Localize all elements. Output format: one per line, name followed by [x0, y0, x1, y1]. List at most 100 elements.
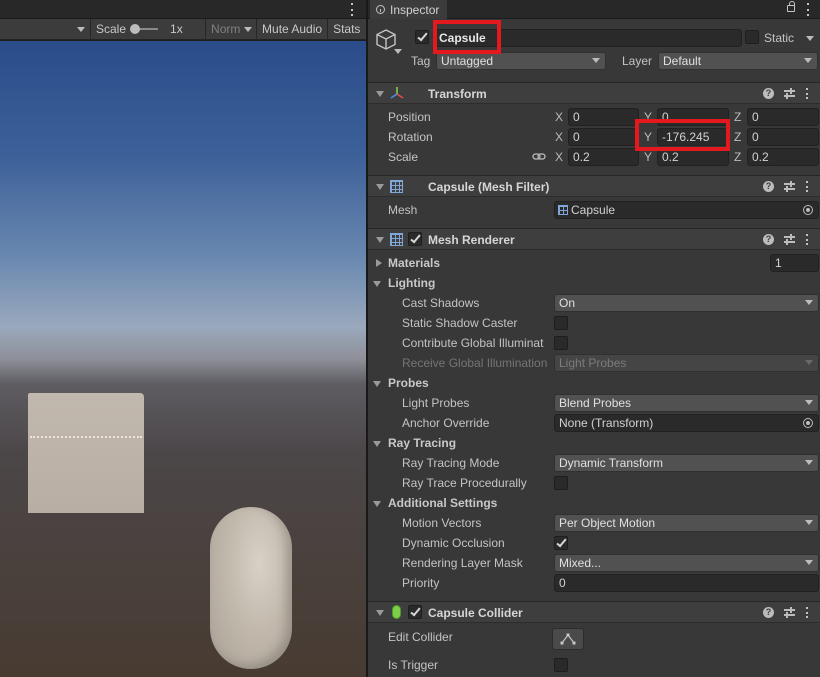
presets-icon[interactable] — [784, 607, 795, 618]
mesh-field[interactable]: Capsule — [554, 201, 819, 219]
position-z-field[interactable]: 0 — [747, 108, 819, 126]
object-picker-icon[interactable] — [803, 205, 813, 215]
layer-dropdown[interactable]: Default — [658, 52, 818, 70]
lighting-label[interactable]: Lighting — [388, 274, 435, 292]
aspect-label: Norm — [211, 22, 241, 36]
scale-z-field[interactable]: 0.2 — [747, 148, 819, 166]
scale-slider-knob[interactable] — [130, 24, 141, 34]
mesh-renderer-icon — [390, 233, 403, 246]
lighting-foldout-icon[interactable] — [373, 281, 381, 287]
foldout-icon[interactable] — [376, 610, 384, 616]
mesh-filter-title: Capsule (Mesh Filter) — [428, 180, 550, 194]
aspect-dropdown[interactable]: Norm — [206, 19, 256, 40]
static-chevron-icon[interactable] — [806, 36, 814, 41]
ray-tracing-foldout-icon[interactable] — [373, 441, 381, 447]
mesh-filter-header[interactable]: Capsule (Mesh Filter) ? — [368, 175, 820, 197]
capsule-collider-enabled-checkbox[interactable] — [408, 605, 422, 619]
capsule-collider-header[interactable]: Capsule Collider ? — [368, 601, 820, 623]
scale-x-field[interactable]: 0.2 — [568, 148, 639, 166]
rotation-label: Rotation — [388, 130, 433, 144]
additional-settings-foldout-icon[interactable] — [373, 501, 381, 507]
cast-shadows-label: Cast Shadows — [402, 296, 480, 310]
scale-label: Scale — [96, 22, 127, 36]
edit-collider-icon — [560, 633, 576, 645]
scale-control[interactable]: Scale 1x — [91, 19, 205, 40]
ray-tracing-label[interactable]: Ray Tracing — [388, 434, 456, 452]
ray-trace-procedurally-checkbox[interactable] — [554, 476, 568, 490]
receive-gi-dropdown: Light Probes — [554, 354, 819, 372]
dynamic-occlusion-checkbox[interactable] — [554, 536, 568, 550]
object-picker-icon[interactable] — [803, 418, 813, 428]
help-icon[interactable]: ? — [763, 607, 774, 618]
light-probes-dropdown[interactable]: Blend Probes — [554, 394, 819, 412]
tag-dropdown[interactable]: Untagged — [436, 52, 606, 70]
lock-icon[interactable] — [787, 1, 795, 12]
chevron-down-icon — [805, 300, 813, 305]
materials-label[interactable]: Materials — [388, 254, 440, 272]
edit-collider-button[interactable] — [552, 628, 584, 650]
help-icon[interactable]: ? — [763, 88, 774, 99]
priority-field[interactable]: 0 — [554, 574, 819, 592]
component-menu-icon[interactable] — [805, 181, 809, 192]
link-icon[interactable] — [532, 150, 546, 164]
cast-shadows-dropdown[interactable]: On — [554, 294, 819, 312]
help-icon[interactable]: ? — [763, 234, 774, 245]
chevron-down-icon[interactable] — [394, 49, 402, 54]
foldout-icon[interactable] — [376, 184, 384, 190]
presets-icon[interactable] — [784, 181, 795, 192]
materials-count-field[interactable]: 1 — [770, 254, 819, 272]
info-icon — [376, 5, 385, 14]
game-more-icon[interactable] — [350, 3, 354, 16]
chevron-down-icon — [77, 26, 85, 32]
presets-icon[interactable] — [784, 234, 795, 245]
mute-audio-button[interactable]: Mute Audio — [257, 19, 327, 40]
chevron-down-icon — [805, 560, 813, 565]
position-x-field[interactable]: 0 — [568, 108, 639, 126]
rendering-layer-mask-label: Rendering Layer Mask — [402, 556, 523, 570]
motion-vectors-dropdown[interactable]: Per Object Motion — [554, 514, 819, 532]
is-trigger-checkbox[interactable] — [554, 658, 568, 672]
static-shadow-label: Static Shadow Caster — [402, 316, 518, 330]
rotation-y-field[interactable]: -176.245 — [657, 128, 729, 146]
light-probes-value: Blend Probes — [559, 396, 632, 410]
help-icon[interactable]: ? — [763, 181, 774, 192]
contribute-gi-checkbox[interactable] — [554, 336, 568, 350]
static-shadow-checkbox[interactable] — [554, 316, 568, 330]
materials-foldout-icon[interactable] — [376, 259, 382, 267]
cube-icon — [376, 29, 396, 51]
presets-icon[interactable] — [784, 88, 795, 99]
stats-button[interactable]: Stats — [328, 19, 365, 40]
mesh-renderer-enabled-checkbox[interactable] — [408, 232, 422, 246]
transform-header[interactable]: Transform ? — [368, 82, 820, 104]
component-menu-icon[interactable] — [805, 234, 809, 245]
additional-settings-label[interactable]: Additional Settings — [388, 494, 497, 512]
component-menu-icon[interactable] — [805, 607, 809, 618]
probes-label[interactable]: Probes — [388, 374, 429, 392]
rotation-z-label: Z — [734, 130, 742, 144]
foldout-icon[interactable] — [376, 91, 384, 97]
tag-value: Untagged — [441, 54, 494, 68]
edit-collider-label: Edit Collider — [388, 630, 453, 644]
probes-foldout-icon[interactable] — [373, 381, 381, 387]
active-checkbox[interactable] — [415, 30, 429, 44]
anchor-override-field[interactable]: None (Transform) — [554, 414, 819, 432]
scale-y-field[interactable]: 0.2 — [657, 148, 729, 166]
display-dropdown[interactable] — [72, 19, 90, 40]
is-trigger-label: Is Trigger — [388, 658, 439, 672]
rendering-layer-mask-dropdown[interactable]: Mixed... — [554, 554, 819, 572]
ray-tracing-mode-label: Ray Tracing Mode — [402, 456, 500, 470]
ray-tracing-mode-dropdown[interactable]: Dynamic Transform — [554, 454, 819, 472]
rotation-x-field[interactable]: 0 — [568, 128, 639, 146]
object-name-field[interactable]: Capsule — [434, 29, 742, 47]
static-checkbox[interactable] — [745, 30, 759, 44]
light-probes-label: Light Probes — [402, 396, 470, 410]
tab-inspector[interactable]: Inspector — [370, 0, 448, 19]
mesh-renderer-header[interactable]: Mesh Renderer ? — [368, 228, 820, 250]
component-menu-icon[interactable] — [805, 88, 809, 99]
mesh-value: Capsule — [571, 203, 616, 217]
rotation-z-field[interactable]: 0 — [747, 128, 819, 146]
scale-slider[interactable] — [130, 24, 159, 34]
inspector-more-icon[interactable] — [806, 3, 810, 16]
foldout-icon[interactable] — [376, 237, 384, 243]
position-y-field[interactable]: 0 — [657, 108, 729, 126]
